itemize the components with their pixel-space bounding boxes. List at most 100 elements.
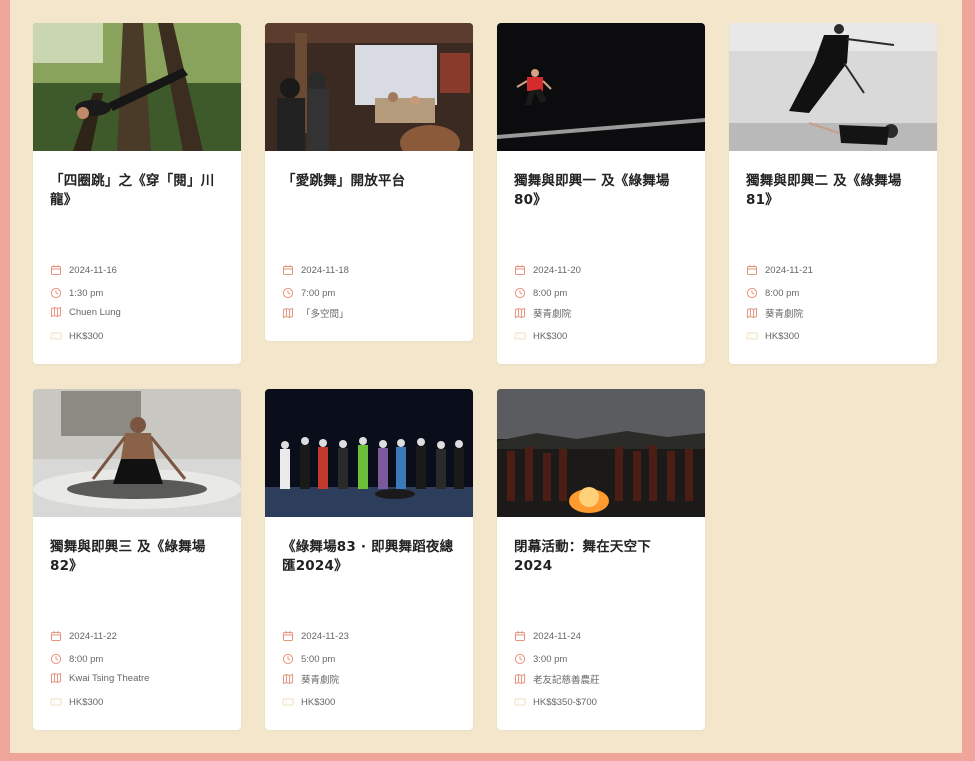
event-card[interactable]: 「四圈跳」之《穿「閱」川龍》 2024-11-16 1:30 pm Chuen … (33, 23, 241, 364)
event-time: 8:00 pm (69, 653, 104, 665)
event-venue: 葵青劇院 (301, 675, 340, 686)
event-time: 1:30 pm (69, 287, 104, 299)
event-image[interactable] (497, 389, 705, 517)
event-title[interactable]: 《綠舞場83 · 即興舞蹈夜總匯2024》 (282, 538, 460, 576)
event-price-row: HK$300 (514, 330, 567, 342)
map-icon (282, 307, 294, 319)
event-date-row: 2024-11-23 (282, 630, 349, 642)
ticket-icon (50, 330, 62, 342)
event-price: HK$300 (69, 696, 104, 708)
map-icon (746, 307, 758, 319)
event-venue: 葵青劇院 (765, 309, 804, 320)
event-time: 8:00 pm (765, 287, 800, 299)
clock-icon (514, 287, 526, 299)
event-date-row: 2024-11-21 (746, 264, 813, 276)
event-time-row: 1:30 pm (50, 287, 103, 299)
event-date-row: 2024-11-24 (514, 630, 581, 642)
map-icon (50, 306, 62, 318)
event-date: 2024-11-22 (69, 630, 117, 642)
event-price-row: HK$300 (282, 696, 335, 708)
event-venue: 葵青劇院 (533, 309, 572, 320)
event-date: 2024-11-24 (533, 630, 581, 642)
event-price-row: HK$300 (746, 330, 799, 342)
event-venue: Chuen Lung (69, 306, 121, 318)
event-image[interactable] (265, 23, 473, 151)
event-time: 7:00 pm (301, 287, 336, 299)
event-price: HK$300 (69, 330, 104, 342)
clock-icon (50, 653, 62, 665)
event-time-row: 8:00 pm (746, 287, 799, 299)
event-price: HK$300 (765, 330, 800, 342)
event-image[interactable] (33, 389, 241, 517)
calendar-icon (50, 264, 62, 276)
event-title[interactable]: 「四圈跳」之《穿「閱」川龍》 (50, 172, 228, 210)
event-price: HK$300 (301, 696, 336, 708)
event-image[interactable] (497, 23, 705, 151)
clock-icon (746, 287, 758, 299)
event-price: HK$$350-$700 (533, 696, 597, 708)
calendar-icon (282, 264, 294, 276)
event-venue-row: 「多空間」 (282, 306, 349, 320)
event-price-row: HK$$350-$700 (514, 696, 597, 708)
event-date-row: 2024-11-22 (50, 630, 117, 642)
event-card[interactable]: 「愛跳舞」開放平台 2024-11-18 7:00 pm 「多空間」 (265, 23, 473, 341)
event-venue-row: 葵青劇院 (746, 306, 803, 320)
calendar-icon (282, 630, 294, 642)
event-image[interactable] (33, 23, 241, 151)
event-time-row: 5:00 pm (282, 653, 335, 665)
event-time: 8:00 pm (533, 287, 568, 299)
event-date-row: 2024-11-16 (50, 264, 117, 276)
map-icon (514, 307, 526, 319)
calendar-icon (746, 264, 758, 276)
event-time-row: 8:00 pm (514, 287, 567, 299)
event-card[interactable]: 閉幕活動：舞在天空下 2024 2024-11-24 3:00 pm 老友記慈善… (497, 389, 705, 730)
calendar-icon (514, 264, 526, 276)
event-time: 3:00 pm (533, 653, 568, 665)
event-venue-row: Kwai Tsing Theatre (50, 672, 149, 684)
clock-icon (282, 287, 294, 299)
ticket-icon (282, 696, 294, 708)
event-title[interactable]: 閉幕活動：舞在天空下 2024 (514, 538, 692, 576)
event-venue: 「多空間」 (301, 309, 349, 320)
calendar-icon (514, 630, 526, 642)
map-icon (50, 672, 62, 684)
event-time-row: 8:00 pm (50, 653, 103, 665)
event-venue: Kwai Tsing Theatre (69, 672, 150, 684)
event-date: 2024-11-23 (301, 630, 349, 642)
event-title[interactable]: 獨舞與即興一 及《綠舞場80》 (514, 172, 692, 210)
event-date-row: 2024-11-18 (282, 264, 349, 276)
ticket-icon (746, 330, 758, 342)
map-icon (282, 673, 294, 685)
event-price-row: HK$300 (50, 696, 103, 708)
event-time: 5:00 pm (301, 653, 336, 665)
event-card[interactable]: 獨舞與即興一 及《綠舞場80》 2024-11-20 8:00 pm 葵青劇院 … (497, 23, 705, 364)
event-date: 2024-11-16 (69, 264, 117, 276)
event-title[interactable]: 獨舞與即興二 及《綠舞場81》 (746, 172, 924, 210)
event-time-row: 7:00 pm (282, 287, 335, 299)
event-date-row: 2024-11-20 (514, 264, 581, 276)
event-venue-row: 葵青劇院 (282, 672, 339, 686)
event-time-row: 3:00 pm (514, 653, 567, 665)
event-title[interactable]: 「愛跳舞」開放平台 (282, 172, 460, 191)
event-card[interactable]: 獨舞與即興三 及《綠舞場82》 2024-11-22 8:00 pm Kwai … (33, 389, 241, 730)
event-venue: 老友記慈善農莊 (533, 675, 600, 686)
calendar-icon (50, 630, 62, 642)
event-card[interactable]: 《綠舞場83 · 即興舞蹈夜總匯2024》 2024-11-23 5:00 pm… (265, 389, 473, 730)
event-image[interactable] (729, 23, 937, 151)
page-background: 「四圈跳」之《穿「閱」川龍》 2024-11-16 1:30 pm Chuen … (10, 0, 962, 753)
event-card[interactable]: 獨舞與即興二 及《綠舞場81》 2024-11-21 8:00 pm 葵青劇院 … (729, 23, 937, 364)
clock-icon (514, 653, 526, 665)
ticket-icon (514, 696, 526, 708)
clock-icon (50, 287, 62, 299)
clock-icon (282, 653, 294, 665)
event-title[interactable]: 獨舞與即興三 及《綠舞場82》 (50, 538, 228, 576)
ticket-icon (514, 330, 526, 342)
event-venue-row: 葵青劇院 (514, 306, 571, 320)
event-price: HK$300 (533, 330, 568, 342)
event-date: 2024-11-18 (301, 264, 349, 276)
map-icon (514, 673, 526, 685)
event-venue-row: Chuen Lung (50, 306, 121, 318)
ticket-icon (50, 696, 62, 708)
event-date: 2024-11-20 (533, 264, 581, 276)
event-image[interactable] (265, 389, 473, 517)
